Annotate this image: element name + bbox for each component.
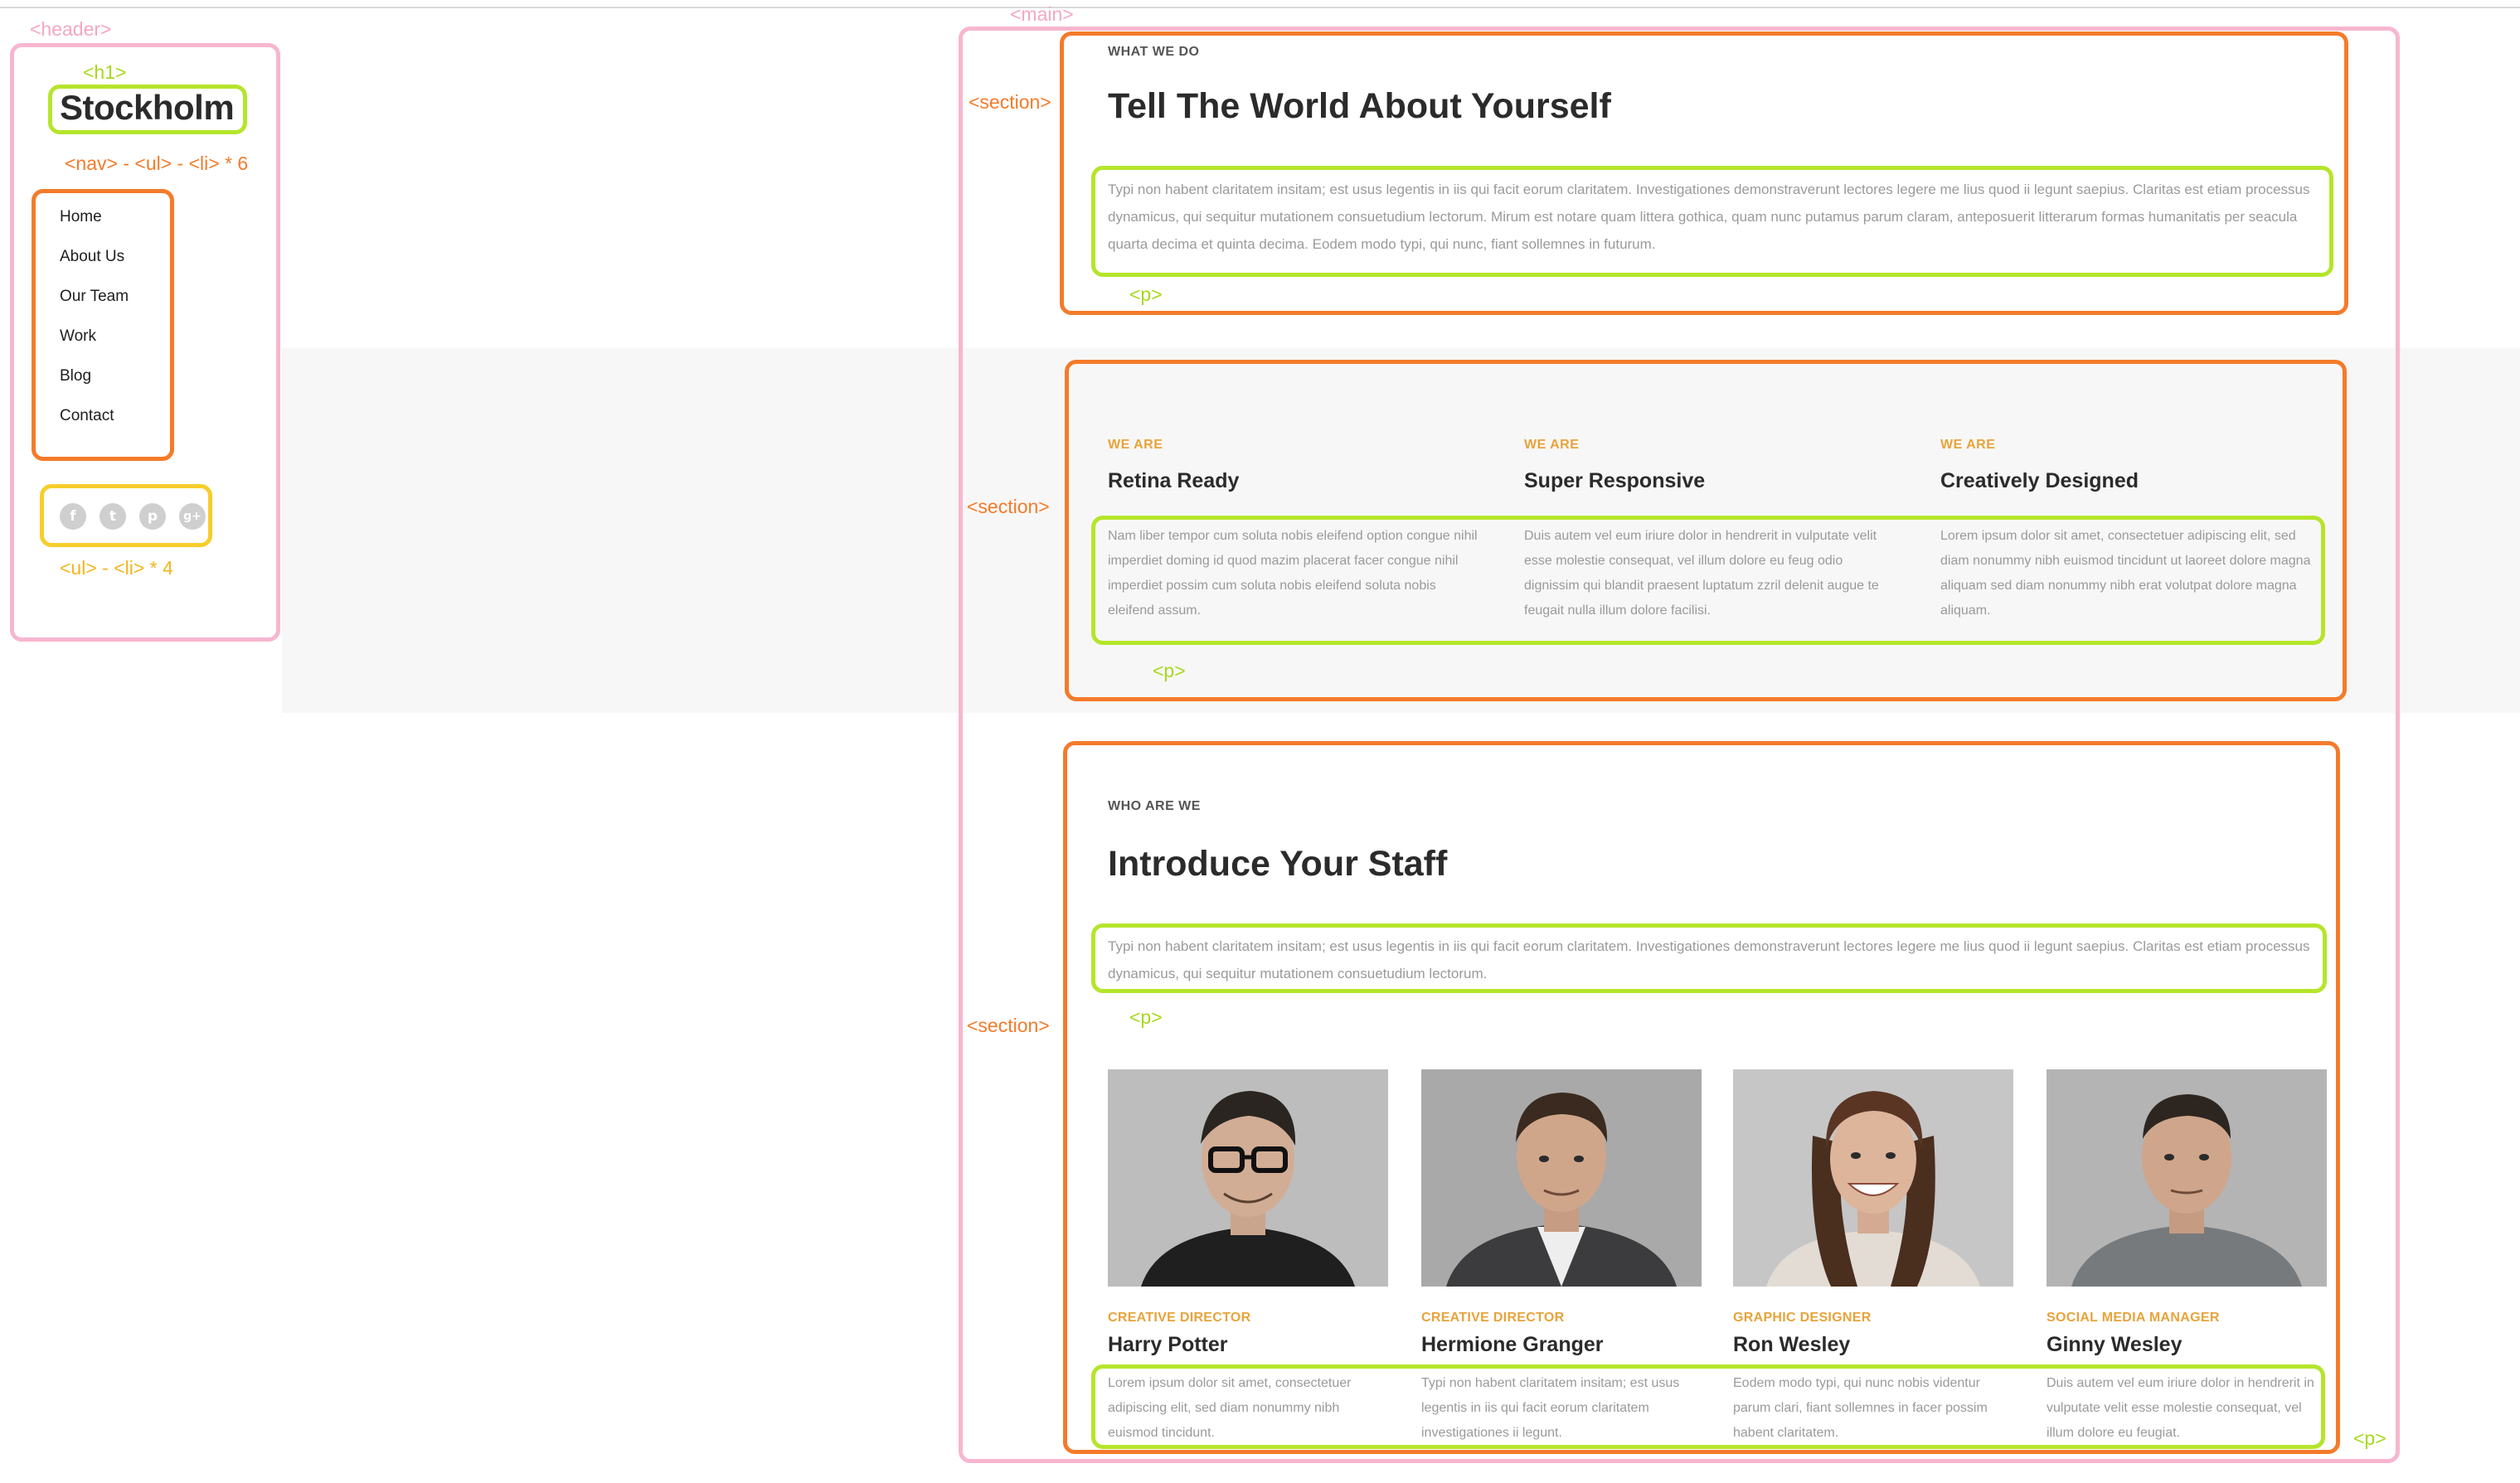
section1-paragraph: Typi non habent claritatem insitam; est … <box>1108 182 2310 252</box>
staff1-name: Harry Potter <box>1108 1333 1228 1356</box>
section3-p-tag-label: <p> <box>1129 1006 1163 1028</box>
staff3-bio: Eodem modo typi, qui nunc nobis videntur… <box>1733 1376 1988 1440</box>
section3-paragraph: Typi non habent claritatem insitam; est … <box>1108 938 2310 981</box>
top-rule <box>0 7 2520 8</box>
staff2-name: Hermione Granger <box>1421 1333 1604 1356</box>
staff-photo-hermione-granger <box>1421 1069 1702 1287</box>
nav-item-home[interactable]: Home <box>60 208 102 226</box>
staff4-bio: Duis autem vel eum iriure dolor in hendr… <box>2047 1376 2314 1440</box>
staff-photo-ron-wesley <box>1733 1069 2013 1287</box>
feature2-title: Super Responsive <box>1524 469 1706 492</box>
section3-staff-p-tag-label: <p> <box>2353 1427 2386 1449</box>
section2-tag-label: <section> <box>967 496 1050 517</box>
staff1-bio: Lorem ipsum dolor sit amet, consectetuer… <box>1108 1376 1352 1440</box>
feature3-eyebrow: WE ARE <box>1940 438 1996 452</box>
feature1-paragraph: Nam liber tempor cum soluta nobis eleife… <box>1108 529 1478 618</box>
staff-photo-harry-potter <box>1108 1069 1388 1287</box>
nav-item-our-team[interactable]: Our Team <box>60 288 129 306</box>
section1-eyebrow: WHAT WE DO <box>1108 45 1200 59</box>
staff3-name: Ron Wesley <box>1733 1333 1851 1356</box>
site-logo[interactable]: Stockholm <box>60 88 235 128</box>
nav-item-blog[interactable]: Blog <box>60 367 91 385</box>
staff1-role: CREATIVE DIRECTOR <box>1108 1311 1251 1325</box>
section3-title: Introduce Your Staff <box>1108 844 1448 884</box>
section1-title: Tell The World About Yourself <box>1108 86 1611 126</box>
staff2-role: CREATIVE DIRECTOR <box>1421 1311 1565 1325</box>
nav-item-work[interactable]: Work <box>60 327 96 346</box>
main-tag-label: <main> <box>1010 3 1074 25</box>
nav-tag-label: <nav> - <ul> - <li> * 6 <box>65 153 249 174</box>
staff3-role: GRAPHIC DESIGNER <box>1733 1311 1872 1325</box>
google-plus-icon[interactable]: g+ <box>179 503 206 530</box>
staff4-name: Ginny Wesley <box>2047 1333 2183 1356</box>
nav-item-about-us[interactable]: About Us <box>60 248 124 266</box>
twitter-icon[interactable]: t <box>100 503 126 530</box>
pinterest-icon[interactable]: p <box>139 503 166 530</box>
feature3-title: Creatively Designed <box>1940 469 2139 492</box>
nav-item-contact[interactable]: Contact <box>60 407 114 425</box>
section1-tag-label: <section> <box>969 91 1051 113</box>
section1-p-tag-label: <p> <box>1129 284 1163 305</box>
feature3-paragraph: Lorem ipsum dolor sit amet, consectetuer… <box>1940 529 2311 618</box>
feature2-eyebrow: WE ARE <box>1524 438 1580 452</box>
facebook-icon[interactable]: f <box>60 503 86 530</box>
feature1-title: Retina Ready <box>1108 469 1240 492</box>
staff4-role: SOCIAL MEDIA MANAGER <box>2047 1311 2220 1325</box>
feature1-eyebrow: WE ARE <box>1108 438 1163 452</box>
staff2-bio: Typi non habent claritatem insitam; est … <box>1421 1376 1680 1440</box>
staff-photo-ginny-wesley <box>2047 1069 2327 1287</box>
section2-p-tag-label: <p> <box>1153 660 1186 681</box>
feature2-paragraph: Duis autem vel eum iriure dolor in hendr… <box>1524 529 1879 618</box>
section3-eyebrow: WHO ARE WE <box>1108 799 1201 813</box>
header-tag-label: <header> <box>30 18 112 40</box>
social-tag-label: <ul> - <li> * 4 <box>60 557 173 579</box>
section3-tag-label: <section> <box>967 1015 1050 1036</box>
h1-tag-label: <h1> <box>83 61 127 83</box>
